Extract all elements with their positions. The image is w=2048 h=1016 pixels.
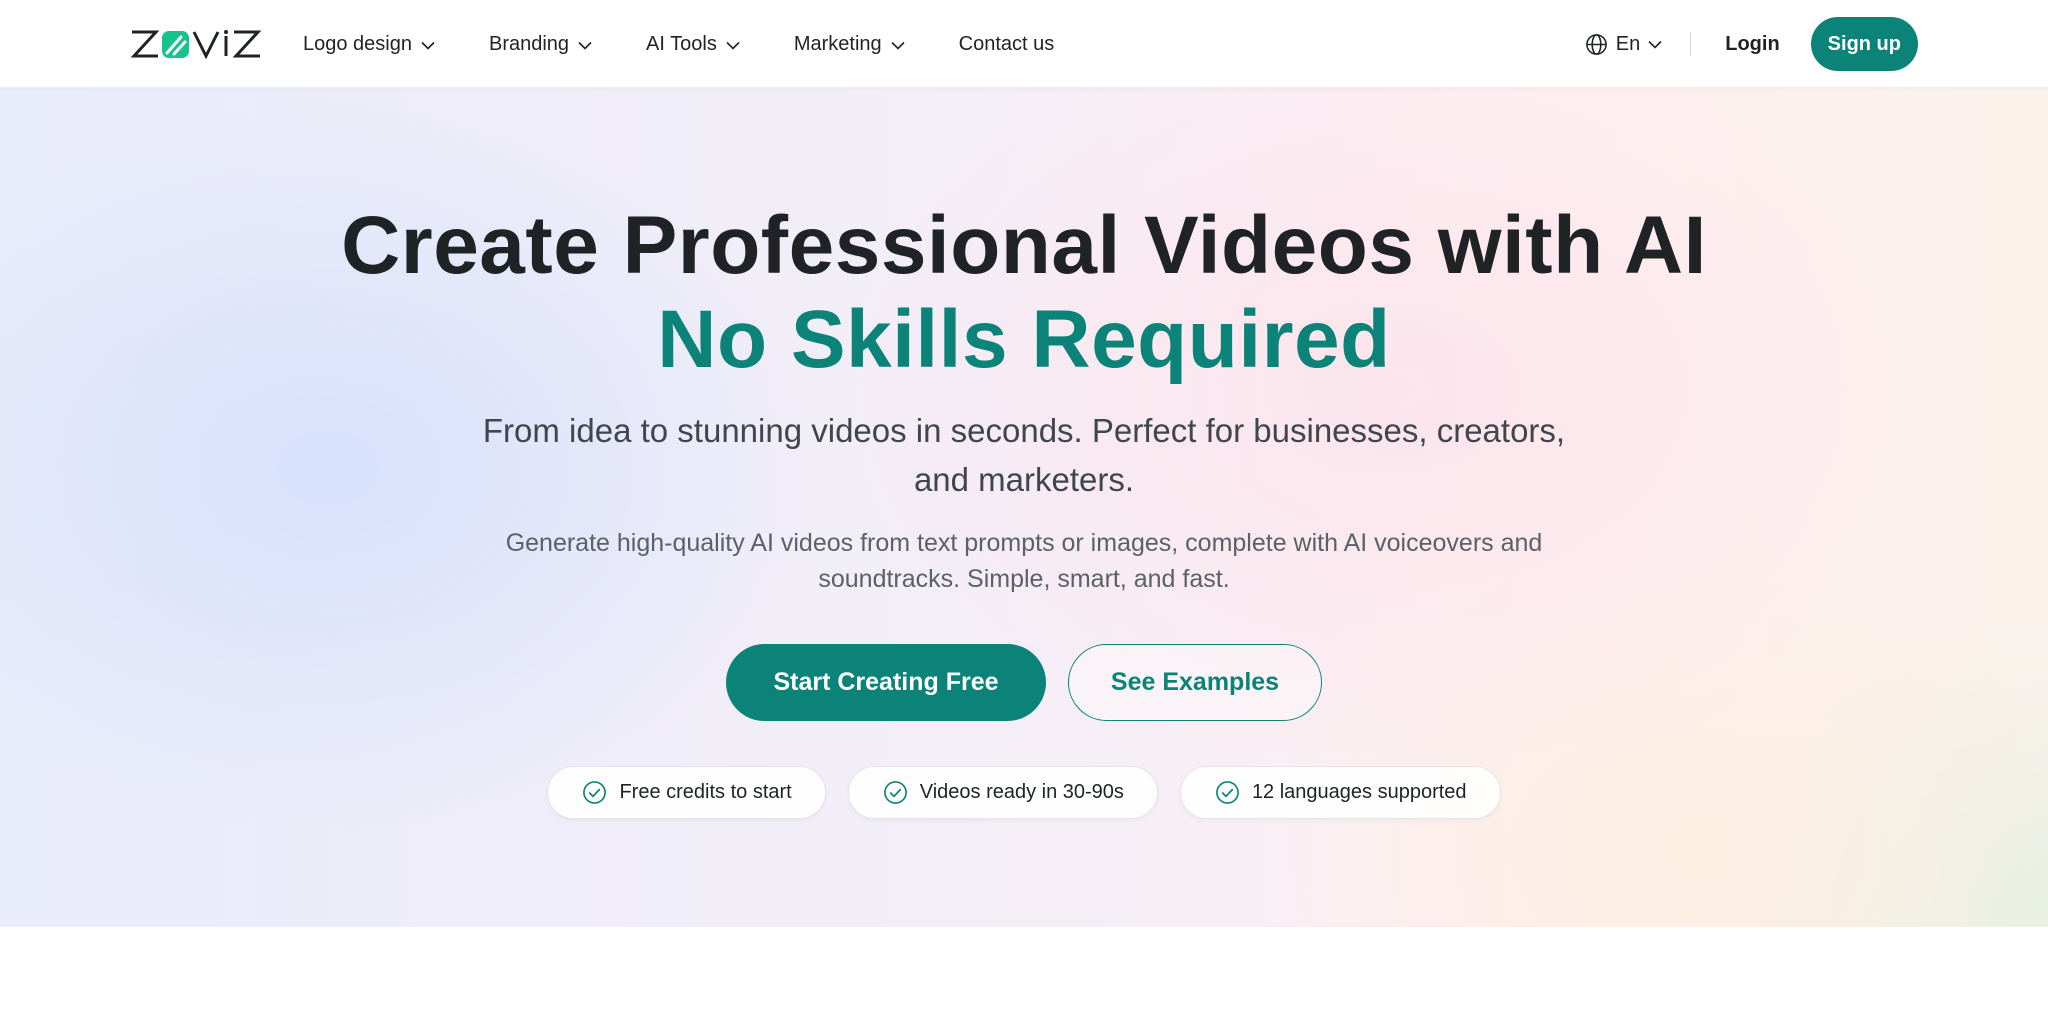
language-label: En: [1615, 32, 1641, 55]
check-circle-icon: [1216, 781, 1239, 804]
zoviz-logo-icon: [130, 30, 262, 60]
nav-marketing[interactable]: Marketing: [794, 33, 905, 56]
feature-badge: Free credits to start: [547, 766, 826, 819]
feature-badge: 12 languages supported: [1179, 766, 1501, 819]
header-actions: En Login Sign up: [1585, 0, 1918, 88]
language-selector[interactable]: En: [1585, 33, 1662, 56]
zoviz-logo[interactable]: [130, 28, 262, 60]
feature-badges: Free credits to start Videos ready in 30…: [0, 766, 2048, 819]
nav-ai-tools[interactable]: AI Tools: [646, 33, 740, 56]
header-divider: [1690, 32, 1692, 56]
nav-item-label: Logo design: [303, 32, 412, 55]
login-link[interactable]: Login: [1725, 33, 1779, 56]
nav-branding[interactable]: Branding: [489, 33, 592, 56]
feature-badge: Videos ready in 30-90s: [847, 766, 1158, 819]
chevron-down-icon: [891, 41, 905, 50]
nav-item-label: AI Tools: [646, 32, 717, 55]
hero-section: Create Professional Videos with AI No Sk…: [0, 88, 2048, 927]
hero-description: Generate high-quality AI videos from tex…: [505, 529, 1543, 593]
check-circle-icon: [883, 781, 907, 804]
hero-subtitle: From idea to stunning videos in seconds.…: [482, 412, 1566, 498]
site-header: Logo design Branding AI Tools Marketing …: [0, 0, 2048, 88]
hero-title: Create Professional Videos with AI: [341, 200, 1707, 291]
chevron-down-icon: [1648, 40, 1662, 49]
chevron-down-icon: [726, 41, 740, 50]
nav-contact-us[interactable]: Contact us: [959, 33, 1055, 56]
cta-row: Start Creating Free See Examples: [0, 644, 2048, 721]
feature-badge-label: Free credits to start: [619, 781, 792, 803]
feature-badge-label: 12 languages supported: [1251, 781, 1467, 803]
nav-item-label: Marketing: [793, 32, 882, 55]
chevron-down-icon: [421, 41, 435, 50]
feature-badge-label: Videos ready in 30-90s: [919, 781, 1124, 803]
see-examples-button[interactable]: See Examples: [1068, 644, 1322, 721]
main-nav: Logo design Branding AI Tools Marketing …: [303, 0, 1108, 88]
chevron-down-icon: [578, 41, 592, 50]
start-creating-free-button[interactable]: Start Creating Free: [726, 644, 1046, 721]
nav-item-label: Branding: [488, 32, 570, 55]
hero-title-accent: No Skills Required: [657, 294, 1391, 385]
globe-icon: [1585, 33, 1607, 55]
check-circle-icon: [583, 781, 607, 804]
nav-logo-design[interactable]: Logo design: [303, 33, 435, 56]
nav-item-label: Contact us: [958, 32, 1055, 55]
signup-button[interactable]: Sign up: [1810, 17, 1918, 71]
